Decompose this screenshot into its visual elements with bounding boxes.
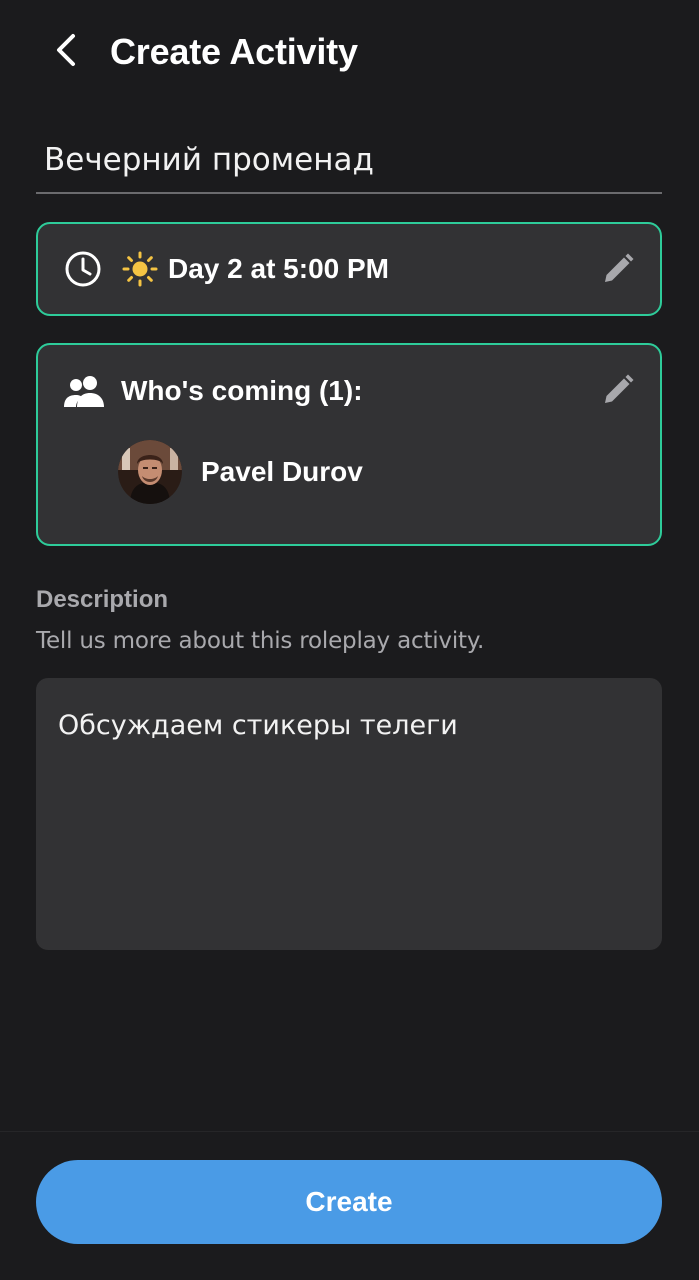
create-button[interactable]: Create <box>36 1160 662 1244</box>
time-row: Day 2 at 5:00 PM <box>64 224 389 314</box>
top-bar: Create Activity <box>0 0 699 104</box>
sun-icon <box>122 251 158 287</box>
description-hint: Tell us more about this roleplay activit… <box>36 628 485 654</box>
edit-attendees-button[interactable] <box>598 370 638 410</box>
attendee-item[interactable]: Pavel Durov <box>118 439 363 505</box>
activity-time: Day 2 at 5:00 PM <box>168 253 389 284</box>
clock-icon <box>65 251 101 287</box>
avatar <box>118 440 182 504</box>
group-icon <box>64 376 104 407</box>
description-field[interactable]: Обсуждаем стикеры телеги <box>36 678 662 950</box>
attendees-header: Who's coming (1): <box>62 371 363 411</box>
attendees-title: Who's coming (1): <box>121 375 363 406</box>
pencil-icon <box>605 253 634 282</box>
attendee-name: Pavel Durov <box>201 456 363 487</box>
pencil-icon <box>605 374 634 403</box>
description-label: Description <box>36 586 169 613</box>
chevron-left-icon <box>57 34 75 66</box>
time-card[interactable]: Day 2 at 5:00 PM <box>36 222 662 316</box>
activity-name-input[interactable] <box>36 132 662 188</box>
edit-time-button[interactable] <box>598 249 638 289</box>
page-title: Create Activity <box>110 31 358 72</box>
attendees-card[interactable]: Who's coming (1): Pavel Durov <box>36 343 662 546</box>
back-button[interactable] <box>44 28 88 72</box>
activity-name-field[interactable] <box>36 132 662 194</box>
footer-divider <box>0 1131 699 1132</box>
description-input[interactable]: Обсуждаем стикеры телеги <box>58 708 640 920</box>
